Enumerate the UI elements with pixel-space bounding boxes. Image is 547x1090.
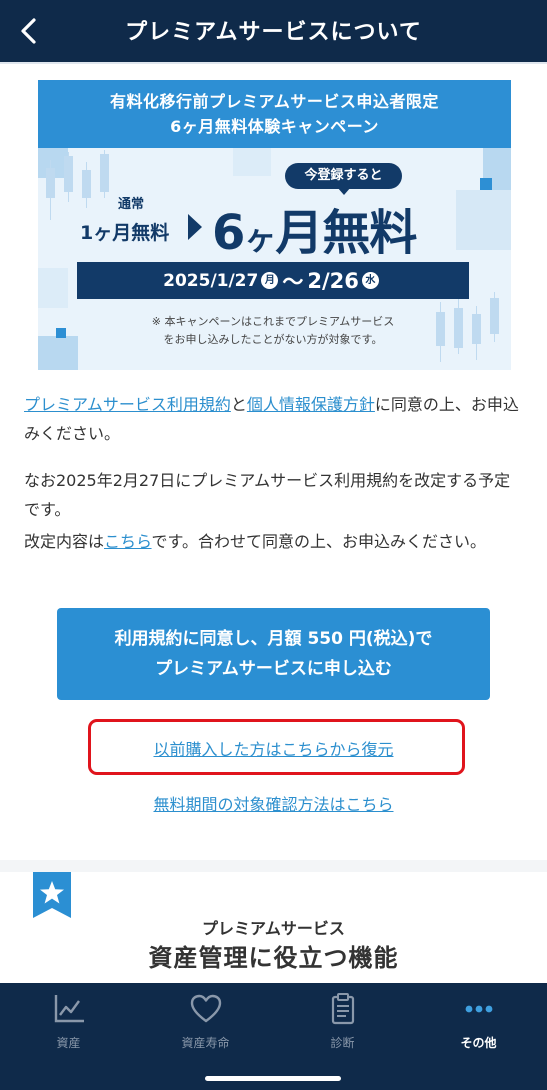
clipboard-icon (331, 993, 354, 1025)
date-end-day: 水 (361, 272, 379, 289)
chart-icon (54, 995, 84, 1023)
chevron-left-icon (21, 18, 36, 44)
agreement-text: プレミアムサービス利用規約と個人情報保護方針に同意の上、お申込みください。 (24, 390, 524, 448)
candle (100, 154, 109, 192)
decor-square (456, 190, 511, 250)
home-indicator[interactable] (205, 1076, 341, 1081)
premium-title: 資産管理に役立つ機能 (148, 944, 399, 972)
revision-prefix: 改定内容は (24, 532, 105, 551)
arrow-right-icon (188, 214, 202, 240)
register-now-pill: 今登録すると (285, 163, 402, 189)
and-text: と (230, 395, 247, 414)
candle (46, 168, 55, 198)
free-period-check-link[interactable]: 無料期間の対象確認方法はこちら (153, 795, 393, 814)
free-period-check-link-row: 無料期間の対象確認方法はこちら (0, 791, 547, 815)
more-icon (465, 1005, 492, 1013)
big-suffix: 月無料 (275, 205, 417, 261)
header-divider (0, 62, 547, 64)
revision-link[interactable]: こちら (104, 532, 152, 551)
apply-button-line-2: プレミアムサービスに申し込む (155, 659, 392, 679)
tab-asset-lifespan[interactable]: 資産寿命 (137, 983, 274, 1063)
candle (472, 314, 481, 344)
date-start-day: 月 (261, 272, 279, 289)
revision-details: 改定内容はこちらです。合わせて同意の上、お申込みください。 (24, 527, 524, 556)
date-start: 2025/1/27 (163, 270, 259, 291)
big-ka: ヶ (244, 219, 276, 257)
six-months-free-text: 6ヶ月無料 (212, 193, 417, 263)
heart-icon (190, 994, 221, 1023)
apply-button-line-1: 利用規約に同意し、月額 550 円(税込)で (114, 629, 433, 649)
tab-assets[interactable]: 資産 (0, 983, 137, 1063)
campaign-period: 2025/1/27 月 〜 2/26 水 (77, 262, 469, 299)
section-divider (0, 860, 547, 872)
revision-notice: なお2025年2月27日にプレミアムサービス利用規約を改定する予定です。 (24, 466, 524, 524)
campaign-note-line-2: をお申し込みしたことがない方が対象です。 (163, 333, 383, 346)
date-tilde: 〜 (282, 269, 304, 294)
decor-square (38, 336, 78, 370)
decor-square (480, 178, 492, 190)
candle (64, 156, 73, 192)
banner-headline: 有料化移行前プレミアムサービス申込者限定 6ヶ月無料体験キャンペーン (38, 80, 511, 148)
campaign-note-line-1: ※ 本キャンペーンはこれまでプレミアムサービス (151, 315, 395, 328)
revision-text: なお2025年2月27日にプレミアムサービス利用規約を改定する予定です。 (24, 471, 511, 519)
decor-square (56, 328, 66, 338)
apply-premium-button[interactable]: 利用規約に同意し、月額 550 円(税込)で プレミアムサービスに申し込む (57, 608, 490, 700)
candle (454, 308, 463, 348)
revision-suffix: です。合わせて同意の上、お申込みください。 (151, 532, 486, 551)
banner-headline-line-1: 有料化移行前プレミアムサービス申込者限定 (110, 92, 439, 111)
page-title: プレミアムサービスについて (125, 20, 422, 45)
tab-label: 資産 (56, 1036, 81, 1050)
normal-label: 通常 (118, 197, 145, 212)
big-number: 6 (212, 205, 245, 261)
restore-purchase-link-row: 以前購入した方はこちらから復元 (0, 736, 547, 760)
privacy-policy-link[interactable]: 個人情報保護方針 (247, 395, 375, 414)
candle (490, 298, 499, 334)
candle (82, 170, 91, 198)
back-button[interactable] (6, 9, 50, 53)
terms-link[interactable]: プレミアムサービス利用規約 (24, 395, 231, 414)
tab-label: 診断 (330, 1036, 355, 1050)
bottom-tab-bar: 資産 資産寿命 診断 その他 (0, 983, 547, 1090)
tab-label: その他 (460, 1036, 497, 1050)
candle (436, 312, 445, 346)
premium-subtitle: プレミアムサービス (202, 919, 345, 938)
app-header: プレミアムサービスについて (0, 0, 547, 62)
campaign-note: ※ 本キャンペーンはこれまでプレミアムサービス をお申し込みしたことがない方が対… (113, 313, 433, 349)
star-icon (33, 872, 71, 918)
decor-square (233, 148, 271, 176)
tab-label: 資産寿命 (181, 1036, 230, 1050)
tab-other[interactable]: その他 (410, 983, 547, 1063)
date-end: 2/26 (307, 268, 359, 293)
banner-headline-line-2: 6ヶ月無料体験キャンペーン (170, 117, 379, 136)
tab-diagnosis[interactable]: 診断 (274, 983, 411, 1063)
decor-square (38, 268, 68, 308)
normal-value: 1ヶ月無料 (80, 222, 170, 244)
restore-purchase-link[interactable]: 以前購入した方はこちらから復元 (153, 740, 393, 759)
